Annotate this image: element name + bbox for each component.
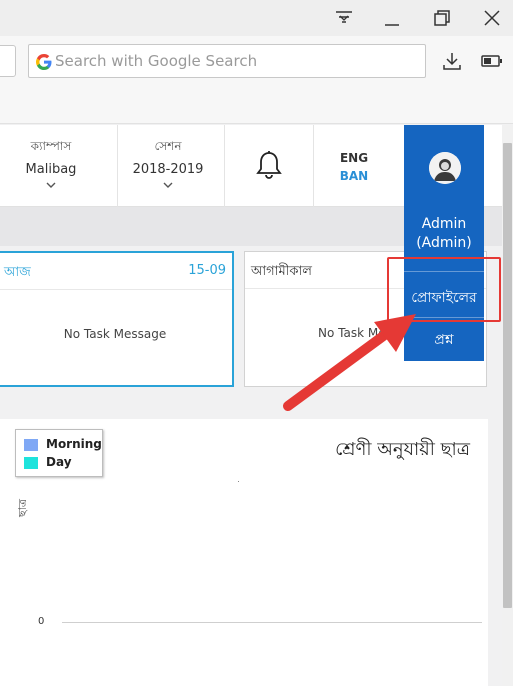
search-input[interactable]: [55, 49, 415, 73]
page-top-strip: [0, 86, 513, 124]
language-switcher[interactable]: ENG BAN: [314, 125, 394, 207]
admin-username: Admin: [421, 216, 467, 232]
campus-selector[interactable]: ক্যাম্পাস Malibag: [0, 125, 102, 207]
legend-label-morning: Morning: [46, 437, 102, 451]
user-avatar-icon: [429, 152, 461, 184]
tomorrow-title: আগামীকাল: [251, 264, 312, 279]
address-field[interactable]: [0, 45, 16, 77]
admin-name: Admin (Admin): [404, 215, 484, 253]
legend-swatch-morning: [24, 439, 38, 451]
session-label: সেশন: [154, 139, 182, 153]
browser-toolbar: [0, 36, 513, 86]
session-value: 2018-2019: [132, 162, 204, 177]
search-box[interactable]: [28, 44, 426, 78]
chevron-down-icon: [163, 182, 173, 188]
lang-eng-option[interactable]: ENG: [314, 151, 394, 165]
chart-panel: Morning Day শ্রেণী অনুযায়ী ছাত্র ছাত্র …: [0, 419, 488, 686]
avatar[interactable]: [429, 152, 461, 184]
annotation-arrow: [283, 314, 416, 411]
admin-role: (Admin): [416, 235, 472, 251]
y-tick-label: 0: [38, 616, 45, 627]
campus-label: ক্যাম্পাস: [30, 139, 72, 153]
chart-title: শ্রেণী অনুযায়ী ছাত্র: [335, 439, 470, 460]
bell-icon: [256, 151, 282, 179]
y-axis-label: ছাত্র: [16, 499, 29, 517]
today-title: আজ: [4, 265, 31, 280]
page-scrollbar[interactable]: [502, 125, 513, 686]
session-selector[interactable]: সেশন 2018-2019: [118, 125, 218, 207]
notifications-button[interactable]: [225, 125, 313, 207]
today-message: No Task Message: [63, 327, 167, 341]
scrollbar-thumb[interactable]: [503, 143, 512, 608]
campus-value: Malibag: [25, 162, 77, 177]
download-icon[interactable]: [440, 49, 464, 73]
close-icon[interactable]: [480, 6, 504, 30]
chevron-down-icon: [46, 182, 56, 188]
chart-point: [238, 481, 239, 482]
today-date: 15-09: [188, 263, 226, 278]
window-titlebar: [0, 0, 513, 36]
google-icon: [36, 54, 52, 70]
lang-ban-option[interactable]: BAN: [314, 169, 394, 183]
today-task-card: আজ 15-09 No Task Message: [0, 251, 234, 387]
legend-label-day: Day: [46, 455, 72, 469]
restore-icon[interactable]: [430, 6, 454, 30]
chart-legend: Morning Day: [15, 429, 103, 477]
x-axis-line: [62, 622, 482, 623]
battery-icon[interactable]: [480, 49, 504, 73]
minimize-icon[interactable]: [380, 6, 404, 30]
menu-icon[interactable]: [332, 6, 356, 30]
legend-swatch-day: [24, 457, 38, 469]
